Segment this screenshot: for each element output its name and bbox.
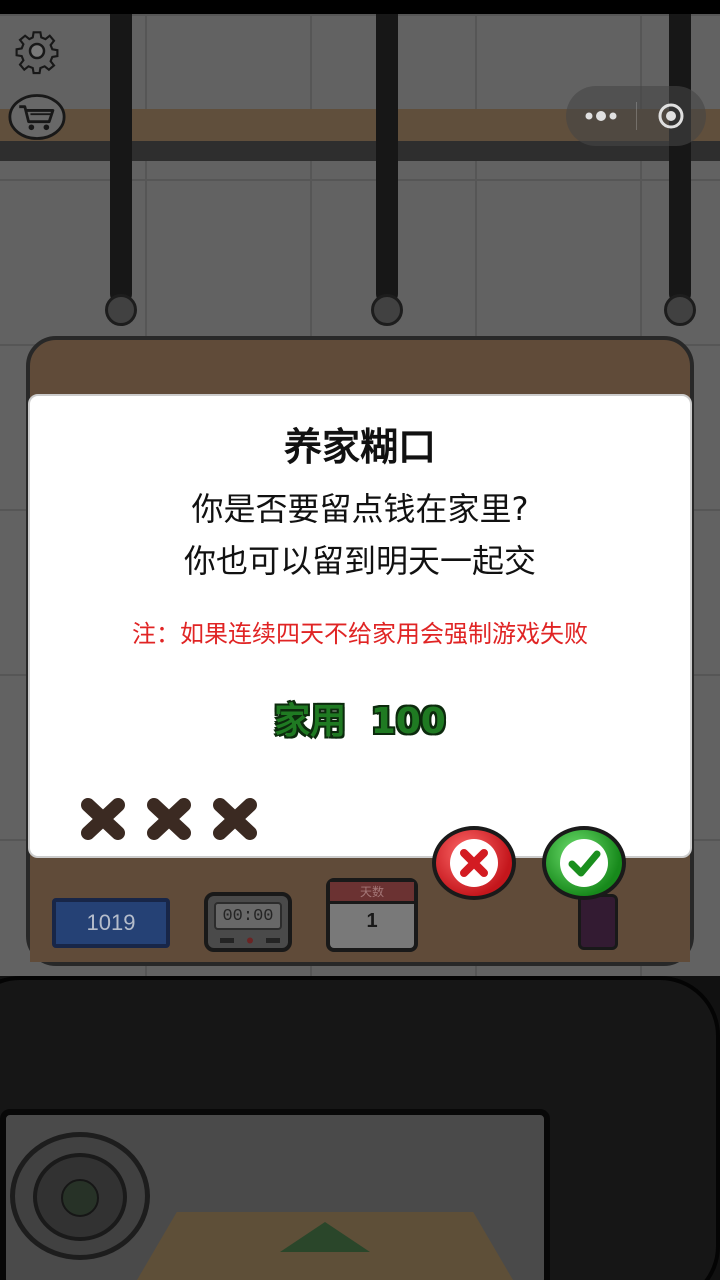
dialog-hint: 你也可以留到明天一起交 [183, 542, 536, 580]
household-value: 100 [370, 701, 446, 742]
cross-icon [460, 849, 488, 877]
household-amount: 家用 100 [30, 692, 690, 744]
x-mark-icon [81, 798, 125, 840]
household-dialog: 养家糊口 你是否要留点钱在家里? 你也可以留到明天一起交 注：如果连续四天不给家… [28, 394, 692, 858]
x-mark-icon [213, 798, 257, 840]
check-icon [568, 850, 601, 877]
dialog-title: 养家糊口 [283, 425, 436, 469]
cancel-icon-bg [450, 839, 498, 887]
missed-days-marks [78, 796, 260, 842]
warning-note: 注：如果连续四天不给家用会强制游戏失败 [132, 620, 588, 648]
cancel-button[interactable] [432, 826, 516, 900]
x-mark-icon [147, 798, 191, 840]
confirm-button[interactable] [542, 826, 626, 900]
household-label: 家用 [274, 701, 347, 742]
confirm-icon-bg [560, 839, 608, 887]
dialog-question: 你是否要留点钱在家里? [191, 490, 529, 528]
